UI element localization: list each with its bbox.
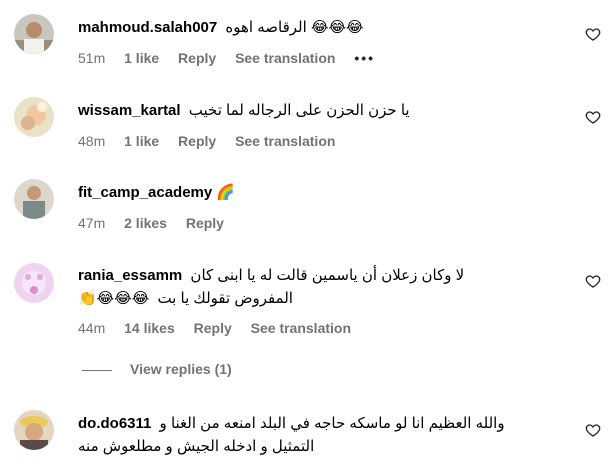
avatar[interactable]: [14, 14, 54, 54]
comment-text-continued: التمثيل و ادخله الجيش و مطلعوش منه: [78, 438, 315, 455]
comment-text: لا وكان زعلان أن ياسمين قالت له يا ابنى …: [190, 267, 465, 284]
reply-button[interactable]: Reply: [178, 50, 216, 66]
see-translation-button[interactable]: See translation: [251, 320, 351, 336]
comment-text: الرقاصه اهوه: [225, 19, 307, 36]
view-replies-button[interactable]: View replies (1): [82, 361, 232, 377]
avatar[interactable]: [14, 97, 54, 137]
likes-count[interactable]: 1 like: [124, 133, 159, 149]
comment-username[interactable]: rania_essamm: [78, 267, 182, 284]
comment-text-continued: المفروض تقولك يا بت: [157, 290, 293, 307]
comment-time: 48m: [78, 133, 106, 149]
comment-emojis: 👏😂😂😂: [78, 290, 150, 307]
comment-time: 51m: [78, 50, 106, 66]
divider: [82, 369, 112, 371]
comment-username[interactable]: mahmoud.salah007: [78, 19, 217, 36]
likes-count[interactable]: 14 likes: [124, 320, 175, 336]
see-translation-button[interactable]: See translation: [235, 133, 335, 149]
comment-time: 44m: [78, 320, 106, 336]
comment-emojis: 🌈: [216, 184, 236, 201]
comment-username[interactable]: fit_camp_academy: [78, 184, 212, 201]
more-options-icon[interactable]: •••: [354, 50, 375, 66]
heart-outline-icon[interactable]: [585, 109, 601, 125]
comment-username[interactable]: wissam_kartal: [78, 102, 181, 119]
likes-count[interactable]: 1 like: [124, 50, 159, 66]
comment-text: يا حزن الحزن على الرجاله لما تخيب: [188, 102, 410, 119]
heart-outline-icon[interactable]: [585, 26, 601, 42]
comment-username[interactable]: do.do6311: [78, 415, 151, 432]
comment-text: والله العظيم انا لو ماسكه حاجه في البلد …: [159, 415, 505, 432]
view-replies-label: View replies (1): [130, 361, 232, 377]
comment-emojis: 😂😂😂: [310, 19, 364, 36]
avatar[interactable]: [14, 410, 54, 450]
heart-outline-icon[interactable]: [585, 422, 601, 438]
reply-button[interactable]: Reply: [186, 215, 224, 231]
avatar[interactable]: [14, 263, 54, 303]
comment-time: 47m: [78, 215, 106, 231]
reply-button[interactable]: Reply: [178, 133, 216, 149]
avatar[interactable]: [14, 179, 54, 219]
heart-outline-icon[interactable]: [585, 273, 601, 289]
likes-count[interactable]: 2 likes: [124, 215, 167, 231]
see-translation-button[interactable]: See translation: [235, 50, 335, 66]
reply-button[interactable]: Reply: [194, 320, 232, 336]
